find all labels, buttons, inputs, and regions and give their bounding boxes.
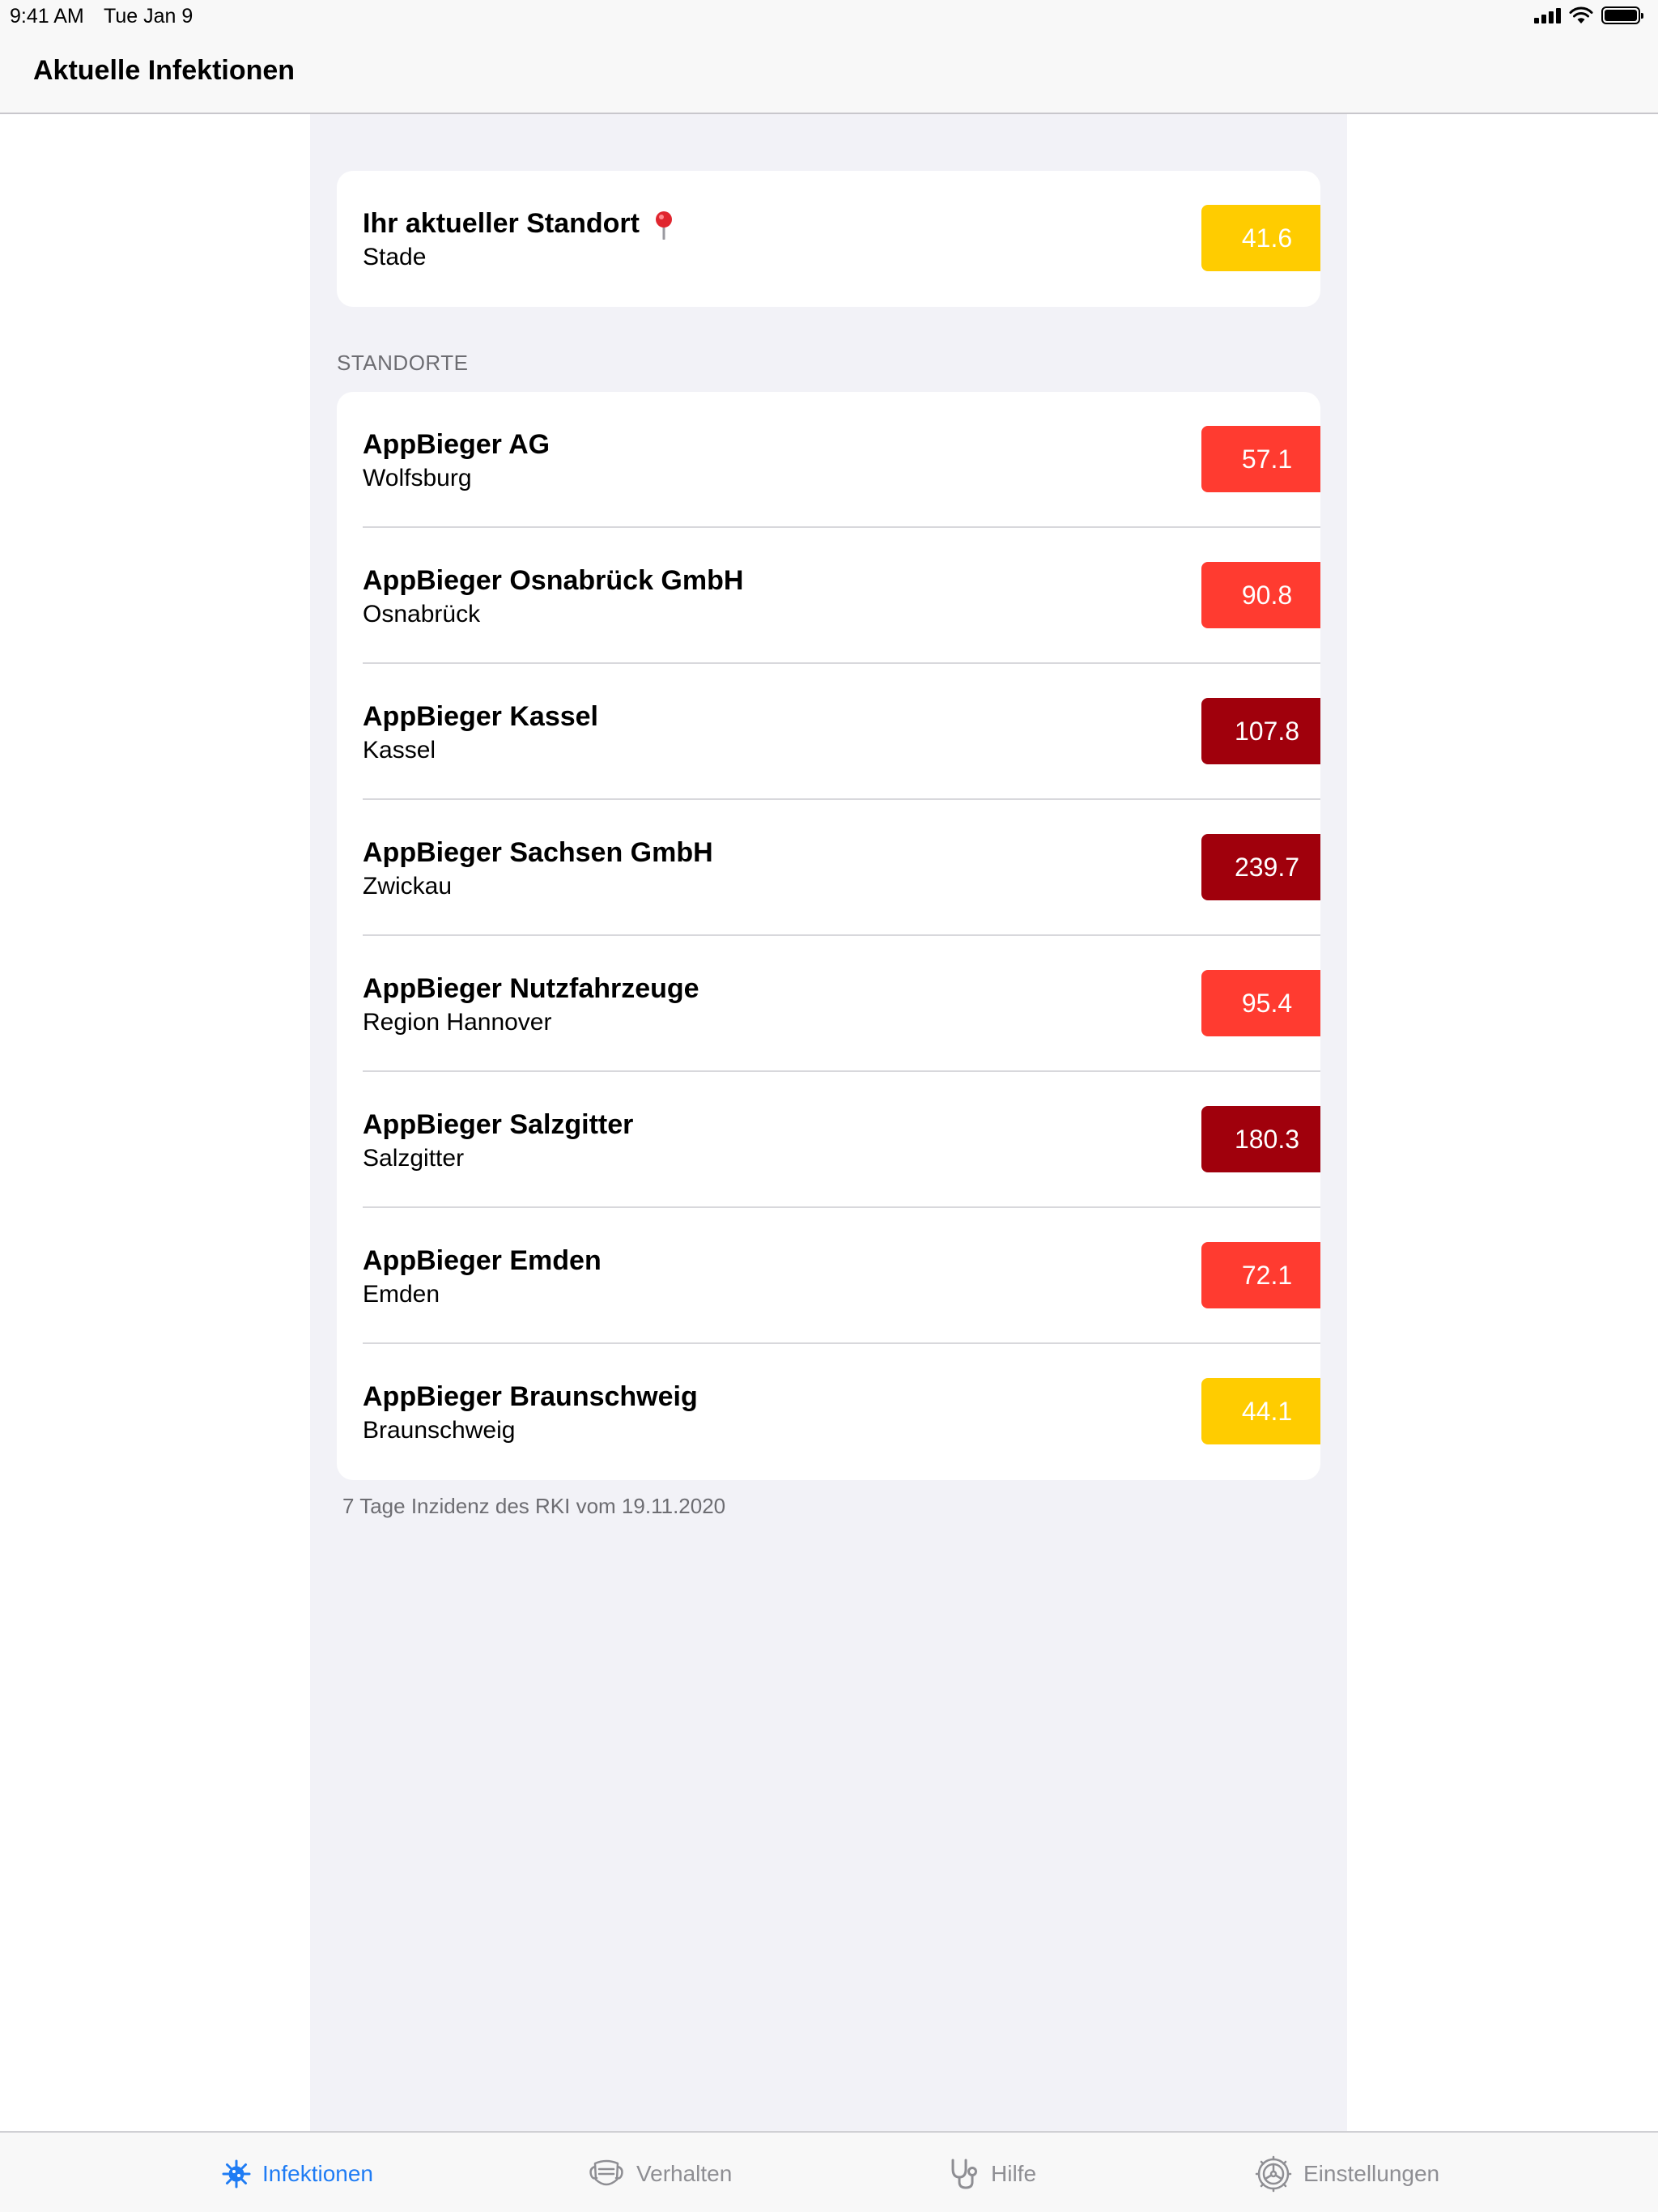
stethoscope-icon [951, 2159, 977, 2189]
location-city: Osnabrück [363, 601, 481, 627]
status-time: 9:41 AM [10, 5, 84, 28]
location-row[interactable]: AppBieger Nutzfahrzeuge Region Hannover … [337, 936, 1320, 1072]
location-name: AppBieger Sachsen GmbH [363, 837, 713, 868]
tab-label: Einstellungen [1303, 2161, 1440, 2186]
mask-icon [589, 2159, 623, 2186]
location-city: Wolfsburg [363, 465, 472, 491]
current-location-city: Stade [363, 244, 427, 270]
location-row[interactable]: AppBieger Kassel Kassel 107.8 [337, 664, 1320, 800]
location-row[interactable]: AppBieger Emden Emden 72.1 [337, 1208, 1320, 1344]
incidence-badge: 57.1 [1201, 426, 1320, 492]
section-header-standorte: STANDORTE [337, 351, 469, 375]
location-row[interactable]: AppBieger Salzgitter Salzgitter 180.3 [337, 1072, 1320, 1208]
locations-card[interactable]: AppBieger AG Wolfsburg 57.1 AppBieger Os… [337, 392, 1320, 1480]
tab-einstellungen[interactable]: Einstellungen [1255, 2155, 1439, 2193]
page-title: Aktuelle Infektionen [33, 55, 295, 86]
location-city: Region Hannover [363, 1009, 552, 1036]
location-name: AppBieger AG [363, 429, 551, 460]
location-row[interactable]: AppBieger AG Wolfsburg 57.1 [337, 392, 1320, 528]
location-name: AppBieger Emden [363, 1245, 602, 1276]
location-name: AppBieger Nutzfahrzeuge [363, 973, 699, 1004]
location-row[interactable]: AppBieger Braunschweig Braunschweig 44.1 [337, 1344, 1320, 1480]
location-city: Braunschweig [363, 1417, 516, 1444]
tab-hilfe[interactable]: Hilfe [949, 2155, 1036, 2193]
current-location-card[interactable]: Ihr aktueller Standort Stade 41.6 [337, 171, 1320, 307]
current-location-title-text: Ihr aktueller Standort [363, 208, 640, 239]
tab-label: Infektionen [262, 2161, 373, 2186]
tab-label: Hilfe [991, 2161, 1037, 2186]
incidence-badge: 95.4 [1201, 970, 1320, 1036]
location-name: AppBieger Braunschweig [363, 1381, 698, 1412]
cellular-signal-icon [1534, 7, 1561, 23]
incidence-badge: 72.1 [1201, 1242, 1320, 1308]
virus-icon [222, 2159, 251, 2189]
tab-bar: Infektionen Verhalten Hilfe Einstellunge… [0, 2131, 1658, 2212]
navigation-bar: Aktuelle Infektionen [0, 32, 1658, 114]
gear-icon [1255, 2155, 1292, 2193]
incidence-badge: 107.8 [1201, 698, 1320, 764]
incidence-badge: 239.7 [1201, 834, 1320, 900]
incidence-badge: 44.1 [1201, 1378, 1320, 1444]
location-row[interactable]: AppBieger Sachsen GmbH Zwickau 239.7 [337, 800, 1320, 936]
location-city: Emden [363, 1281, 440, 1308]
battery-icon [1601, 6, 1643, 24]
wifi-icon [1569, 6, 1593, 23]
location-name: AppBieger Salzgitter [363, 1109, 634, 1140]
footnote: 7 Tage Inzidenz des RKI vom 19.11.2020 [342, 1494, 726, 1518]
location-name: AppBieger Kassel [363, 701, 598, 732]
location-city: Salzgitter [363, 1145, 465, 1172]
incidence-badge: 41.6 [1201, 205, 1320, 271]
incidence-badge: 180.3 [1201, 1106, 1320, 1172]
incidence-badge: 90.8 [1201, 562, 1320, 628]
location-city: Zwickau [363, 873, 453, 900]
tab-label: Verhalten [636, 2161, 733, 2186]
current-location-row[interactable]: Ihr aktueller Standort Stade 41.6 [337, 171, 1320, 307]
status-date: Tue Jan 9 [104, 5, 193, 28]
tab-infektionen[interactable]: Infektionen [222, 2155, 373, 2193]
tab-verhalten[interactable]: Verhalten [588, 2155, 732, 2193]
current-location-title: Ihr aktueller Standort [363, 208, 673, 240]
status-indicators [1534, 6, 1643, 24]
status-bar: 9:41 AM Tue Jan 9 [0, 0, 1658, 32]
location-row[interactable]: AppBieger Osnabrück GmbH Osnabrück 90.8 [337, 528, 1320, 664]
pin-icon [656, 211, 673, 240]
location-name: AppBieger Osnabrück GmbH [363, 565, 744, 596]
location-city: Kassel [363, 737, 436, 764]
main-content[interactable]: Ihr aktueller Standort Stade 41.6 STANDO… [310, 114, 1347, 2131]
